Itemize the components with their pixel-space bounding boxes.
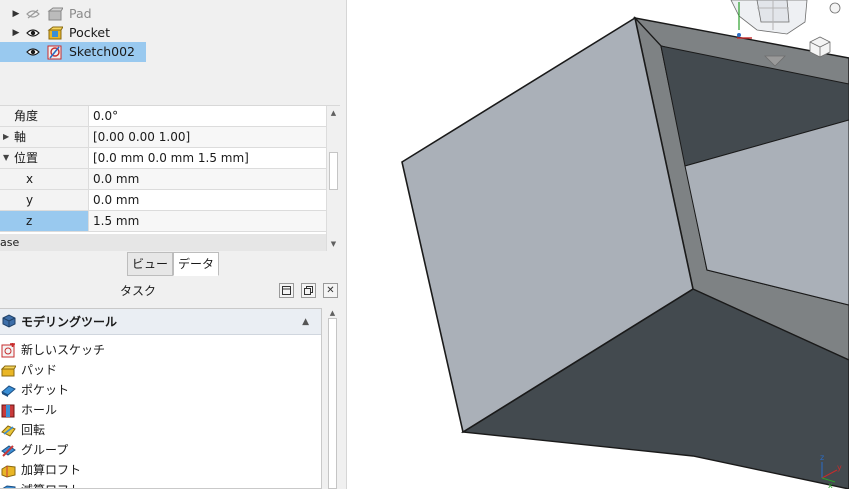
property-row-position[interactable]: ▼ 位置 [0.0 mm 0.0 mm 1.5 mm] bbox=[0, 148, 326, 169]
property-value[interactable]: [0.00 0.00 1.00] bbox=[89, 127, 326, 147]
task-item-label: 加算ロフト bbox=[21, 463, 82, 477]
hole-icon bbox=[1, 404, 15, 418]
groove-icon bbox=[1, 445, 16, 457]
dock-button[interactable] bbox=[279, 283, 294, 298]
tab-view[interactable]: ビュー bbox=[127, 252, 174, 276]
svg-text:x: x bbox=[828, 481, 833, 489]
property-scrollbar[interactable]: ▲ ▼ bbox=[326, 106, 340, 251]
property-row-z[interactable]: z 1.5 mm bbox=[0, 211, 326, 232]
task-box: モデリングツール ▲ 新しいスケッチ パッド ポケット ホール 回転 グループ bbox=[0, 308, 322, 489]
tree-item-sketch002[interactable]: Sketch002 bbox=[0, 42, 146, 62]
task-item-label: 減算ロフト bbox=[21, 480, 81, 488]
property-name: x bbox=[26, 172, 34, 186]
property-name: y bbox=[26, 193, 34, 207]
collapse-arrow-icon[interactable]: ▼ bbox=[3, 148, 9, 168]
float-button[interactable] bbox=[301, 283, 316, 298]
task-panel-title: タスク bbox=[119, 284, 156, 298]
svg-text:y: y bbox=[837, 463, 842, 472]
task-item-label: 回転 bbox=[21, 423, 46, 437]
property-value[interactable]: [0.0 mm 0.0 mm 1.5 mm] bbox=[89, 148, 326, 168]
pad-icon bbox=[46, 4, 64, 24]
property-row-y[interactable]: y 0.0 mm bbox=[0, 190, 326, 211]
tree-item-pad[interactable]: ▶ Pad bbox=[0, 4, 346, 24]
property-value[interactable]: 1.5 mm bbox=[89, 211, 326, 231]
eye-icon[interactable] bbox=[25, 42, 41, 62]
tab-data[interactable]: データ bbox=[173, 252, 220, 276]
scroll-up-icon[interactable]: ▲ bbox=[327, 107, 340, 119]
expand-arrow-icon[interactable]: ▶ bbox=[3, 127, 9, 147]
task-item-pocket[interactable]: ポケット bbox=[0, 380, 320, 400]
task-item-label: パッド bbox=[21, 363, 58, 377]
eye-closed-icon[interactable] bbox=[25, 4, 41, 24]
property-editor: 角度 0.0° ▶ 軸 [0.00 0.00 1.00] ▼ 位置 [0.0 mm … bbox=[0, 105, 340, 251]
property-row-axis[interactable]: ▶ 軸 [0.00 0.00 1.00] bbox=[0, 127, 326, 148]
task-item-pad[interactable]: パッド bbox=[0, 360, 320, 380]
expand-arrow-icon[interactable]: ▶ bbox=[12, 4, 20, 24]
task-item-new-sketch[interactable]: 新しいスケッチ bbox=[0, 340, 320, 360]
tree-item-label: Pocket bbox=[69, 25, 110, 40]
revolution-icon bbox=[1, 425, 16, 437]
property-name: 角度 bbox=[14, 109, 39, 123]
property-name: z bbox=[26, 214, 33, 228]
task-scrollbar[interactable]: ▲ bbox=[326, 308, 340, 489]
property-row-angle[interactable]: 角度 0.0° bbox=[0, 106, 326, 127]
task-item-label: グループ bbox=[21, 443, 69, 457]
task-section-header[interactable]: モデリングツール ▲ bbox=[0, 309, 321, 335]
svg-text:z: z bbox=[820, 453, 824, 462]
scroll-up-icon[interactable]: ▲ bbox=[326, 309, 339, 317]
tree-item-pocket[interactable]: ▶ Pocket bbox=[0, 23, 346, 43]
task-section-title: モデリングツール bbox=[21, 315, 118, 329]
sketch-icon bbox=[46, 42, 64, 62]
expand-arrow-icon[interactable]: ▶ bbox=[12, 23, 20, 43]
property-group-header[interactable]: ase bbox=[0, 234, 326, 251]
scrollbar-thumb[interactable] bbox=[328, 318, 337, 489]
subtractive-loft-icon bbox=[2, 485, 16, 488]
scrollbar-thumb[interactable] bbox=[329, 152, 338, 190]
property-tabs: ビュー データ bbox=[127, 252, 220, 276]
eye-icon[interactable] bbox=[25, 23, 41, 43]
task-item-label: ホール bbox=[21, 403, 58, 417]
model-tree: ▶ Pad ▶ Pocket Sketch002 bbox=[0, 0, 346, 102]
property-value[interactable]: 0.0 mm bbox=[89, 190, 326, 210]
pad-icon bbox=[1, 365, 16, 377]
additive-loft-icon bbox=[1, 465, 16, 478]
3d-viewport[interactable]: z y x bbox=[347, 0, 849, 489]
task-item-label: 新しいスケッチ bbox=[21, 343, 106, 357]
pocket-icon bbox=[1, 385, 16, 397]
property-name: 位置 bbox=[14, 151, 39, 165]
property-value[interactable]: 0.0° bbox=[89, 106, 326, 126]
close-icon[interactable]: ✕ bbox=[323, 283, 338, 298]
task-item-label: ポケット bbox=[21, 383, 70, 397]
combo-view: ▶ Pad ▶ Pocket Sketch002 角度 0.0° ▶ 軸 [0.… bbox=[0, 0, 346, 489]
property-name: 軸 bbox=[14, 130, 27, 144]
collapse-icon[interactable]: ▲ bbox=[302, 309, 309, 335]
pocket-icon bbox=[46, 23, 64, 43]
new-sketch-icon bbox=[1, 343, 15, 358]
scroll-down-icon[interactable]: ▼ bbox=[327, 238, 340, 250]
3d-model: z y x bbox=[401, 0, 849, 489]
task-item-groove[interactable]: グループ bbox=[0, 440, 320, 460]
property-value[interactable]: 0.0 mm bbox=[89, 169, 326, 189]
tree-item-label: Pad bbox=[69, 6, 92, 21]
property-row-x[interactable]: x 0.0 mm bbox=[0, 169, 326, 190]
task-item-revolution[interactable]: 回転 bbox=[0, 420, 320, 440]
part-design-icon bbox=[2, 314, 16, 328]
tree-item-label: Sketch002 bbox=[69, 44, 135, 59]
task-item-additive-loft[interactable]: 加算ロフト bbox=[0, 460, 320, 480]
task-item-subtractive-loft[interactable]: 減算ロフト bbox=[0, 480, 320, 488]
task-item-hole[interactable]: ホール bbox=[0, 400, 320, 420]
